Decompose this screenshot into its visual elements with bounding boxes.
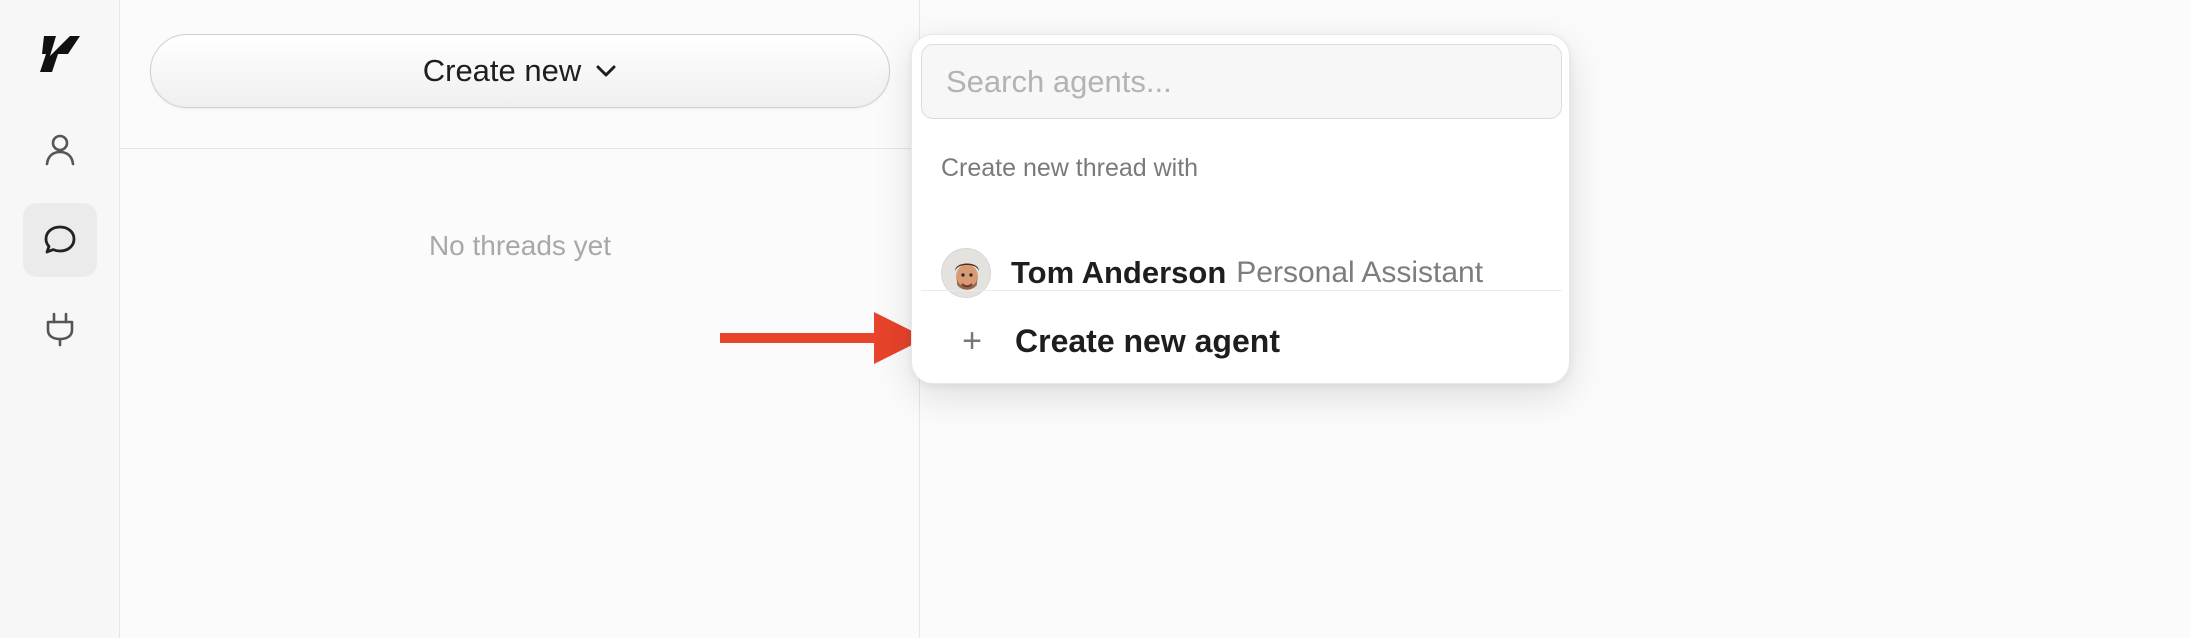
create-new-button[interactable]: Create new bbox=[150, 34, 890, 108]
logo-icon[interactable] bbox=[23, 17, 97, 91]
menu-divider bbox=[921, 290, 1562, 291]
thread-list-header: Create new bbox=[120, 0, 920, 149]
annotation-arrow bbox=[720, 312, 926, 364]
agent-option-tom-anderson[interactable]: Tom Anderson Personal Assistant bbox=[921, 235, 1562, 311]
create-new-agent-label: Create new agent bbox=[1015, 322, 1280, 359]
agent-name: Tom Anderson bbox=[1011, 255, 1227, 290]
icon-rail bbox=[0, 0, 120, 638]
chat-bubble-icon[interactable] bbox=[23, 203, 97, 277]
empty-threads-text: No threads yet bbox=[428, 230, 612, 261]
create-new-dropdown: Create new thread with Tom Anderson Pers… bbox=[911, 34, 1570, 384]
plus-icon: + bbox=[962, 321, 982, 360]
section-label: Create new thread with bbox=[941, 154, 1199, 182]
chevron-down-icon bbox=[596, 65, 616, 77]
create-new-agent-button[interactable]: + Create new agent bbox=[921, 306, 1562, 376]
plug-icon[interactable] bbox=[23, 292, 97, 366]
search-agents-input[interactable] bbox=[921, 44, 1562, 119]
agent-role: Personal Assistant bbox=[1236, 256, 1484, 289]
app-window: Create new No threads yet Create new thr… bbox=[0, 0, 2190, 638]
create-new-label: Create new bbox=[422, 53, 582, 88]
person-icon[interactable] bbox=[23, 112, 97, 186]
